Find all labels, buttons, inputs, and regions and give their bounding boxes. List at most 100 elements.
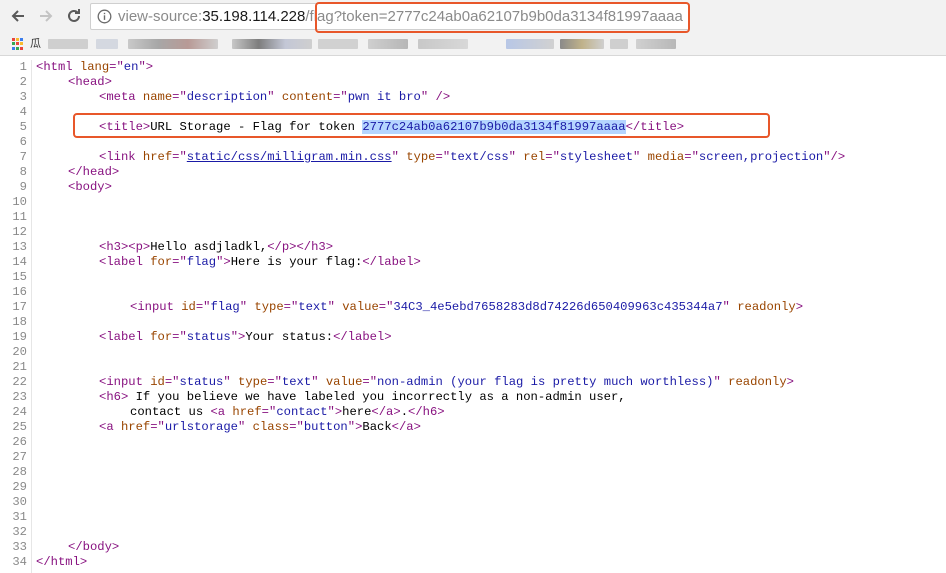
tag-token: <label — [99, 255, 151, 269]
line-code: <a href="urlstorage" class="button">Back… — [99, 420, 421, 435]
tag-token: =" — [435, 150, 451, 164]
source-line: 25 <a href="urlstorage" class="button">Ba… — [0, 420, 946, 435]
line-number: 26 — [12, 435, 27, 449]
line-number: 9 — [19, 180, 27, 194]
tag-token: "> — [327, 405, 343, 419]
attr-token: type — [254, 300, 284, 314]
value-token: en — [123, 60, 139, 74]
blurred-bookmark[interactable] — [560, 39, 604, 49]
source-line: 23 <h6> If you believe we have labeled yo… — [0, 390, 946, 405]
apps-grid-icon[interactable] — [12, 38, 24, 50]
line-code: <label for="status">Your status:</label> — [99, 330, 392, 345]
tag-token: <input — [99, 375, 151, 389]
tag-token: "/> — [823, 150, 846, 164]
line-number: 18 — [12, 315, 27, 329]
tag-token: " — [633, 150, 648, 164]
tag-token: " — [239, 300, 255, 314]
tag-token: " — [508, 150, 524, 164]
value-token: status — [179, 375, 224, 389]
attr-token: value — [342, 300, 379, 314]
source-line: 34 </html> — [0, 555, 946, 570]
attr-token: class — [252, 420, 290, 434]
attr-token: id — [181, 300, 196, 314]
source-line: 4 — [0, 105, 946, 120]
source-line: 19 <label for="status">Your status:</labe… — [0, 330, 946, 345]
source-line: 33 </body> — [0, 540, 946, 555]
line-code: <label for="flag">Here is your flag:</la… — [99, 255, 421, 270]
tag-token: <h3><p> — [99, 240, 151, 254]
tag-token: </title> — [625, 120, 685, 134]
source-line: 8 </head> — [0, 165, 946, 180]
tag-token: " — [223, 375, 239, 389]
back-arrow-icon — [11, 10, 24, 22]
info-icon[interactable] — [97, 9, 112, 24]
attr-token: content — [281, 90, 334, 104]
tag-token: <a — [99, 420, 121, 434]
stylesheet-link[interactable]: static/css/milligram.min.css — [187, 150, 392, 164]
bookmarks-bar: 瓜 — [0, 33, 946, 56]
bookmark-item[interactable]: 瓜 — [30, 36, 41, 52]
tag-token: " /> — [420, 90, 451, 104]
tag-token: </p></h3> — [267, 240, 334, 254]
source-line: 13 <h3><p>Hello asdjladkl,</p></h3> — [0, 240, 946, 255]
source-line: 22 <input id="status" type="text" value="… — [0, 375, 946, 390]
tag-token: =" — [172, 150, 187, 164]
line-number: 1 — [19, 60, 27, 74]
line-number: 5 — [19, 120, 27, 134]
blurred-bookmark[interactable] — [506, 39, 554, 49]
blurred-bookmark[interactable] — [368, 39, 408, 49]
tag-token: </body> — [68, 540, 120, 554]
blurred-bookmark[interactable] — [418, 39, 468, 49]
tag-token: =" — [267, 375, 282, 389]
line-number: 34 — [12, 555, 27, 569]
tag-token: </label> — [333, 330, 392, 344]
attr-token: id — [150, 375, 165, 389]
line-code: <input id="flag" type="text" value="34C3… — [130, 300, 803, 315]
line-number: 31 — [12, 510, 27, 524]
line-code: <h6> If you believe we have labeled you … — [99, 390, 626, 405]
tag-token: <html — [36, 60, 80, 74]
value-token: flag — [210, 300, 240, 314]
attr-token: readonly — [737, 300, 796, 314]
attr-token: readonly — [728, 375, 787, 389]
source-line: 3 <meta name="description" content="pwn i… — [0, 90, 946, 105]
tag-token: </label> — [362, 255, 421, 269]
tag-token: " — [238, 420, 253, 434]
tag-token: =" — [378, 300, 394, 314]
text-token: contact us — [130, 405, 211, 419]
source-line: 15 — [0, 270, 946, 285]
attr-token: type — [406, 150, 436, 164]
blurred-bookmark[interactable] — [48, 39, 88, 49]
source-line: 9 <body> — [0, 180, 946, 195]
attr-token: name — [142, 90, 173, 104]
attr-token: href — [232, 405, 262, 419]
text-token: Back — [362, 420, 392, 434]
tag-token: =" — [289, 420, 304, 434]
source-line: 5 <title>URL Storage - Flag for token 277… — [0, 120, 946, 135]
reload-button[interactable] — [62, 4, 86, 28]
line-code: <h3><p>Hello asdjladkl,</p></h3> — [99, 240, 333, 255]
blurred-bookmark[interactable] — [96, 39, 118, 49]
line-number: 19 — [12, 330, 27, 344]
forward-button[interactable] — [34, 4, 58, 28]
source-line: 1 <html lang="en"> — [0, 60, 946, 75]
tag-token: </h6> — [408, 405, 445, 419]
value-token: stylesheet — [559, 150, 634, 164]
blurred-bookmark[interactable] — [232, 39, 312, 49]
line-code: <meta name="description" content="pwn it… — [99, 90, 450, 105]
address-bar[interactable]: view-source:35.198.114.228/flag?token=27… — [90, 3, 690, 30]
tag-token: =" — [172, 255, 187, 269]
blurred-bookmark[interactable] — [636, 39, 676, 49]
tag-token: " — [391, 150, 407, 164]
line-number: 6 — [19, 135, 27, 149]
back-button[interactable] — [6, 4, 30, 28]
blurred-bookmark[interactable] — [610, 39, 628, 49]
value-token: urlstorage — [164, 420, 238, 434]
blurred-bookmark[interactable] — [318, 39, 358, 49]
source-line: 30 — [0, 495, 946, 510]
line-number: 21 — [12, 360, 27, 374]
tag-token: =" — [545, 150, 560, 164]
tag-token: =" — [195, 300, 211, 314]
blurred-bookmark[interactable] — [128, 39, 218, 49]
attr-token: lang — [79, 60, 110, 74]
